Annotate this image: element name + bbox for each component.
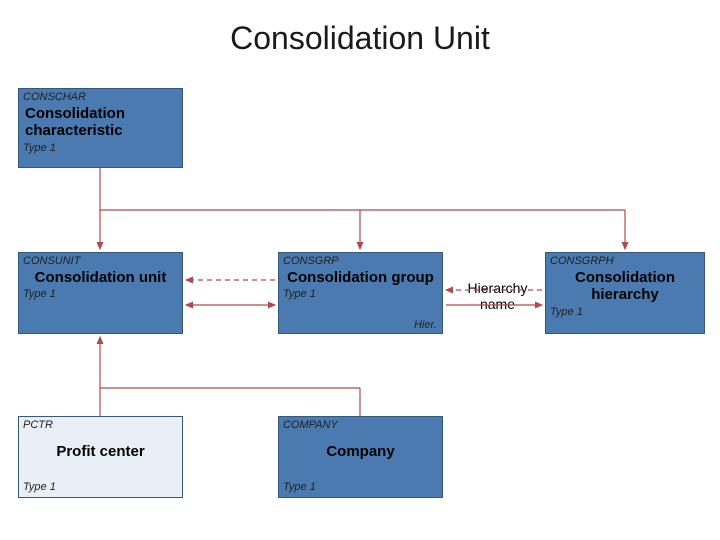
node-consgrph-type: Type 1 <box>546 306 704 320</box>
node-consgrp-type: Type 1 <box>279 288 442 302</box>
node-pctr-code: PCTR <box>19 417 182 431</box>
node-consgrp-label: Consolidation group <box>279 267 442 288</box>
node-pctr-type: Type 1 <box>19 481 60 495</box>
node-pctr: PCTR Profit center Type 1 <box>18 416 183 498</box>
node-consunit-type: Type 1 <box>19 288 182 302</box>
annotation-hier: Hier. <box>414 319 437 331</box>
node-conschar-code: CONSCHAR <box>19 89 182 103</box>
node-consgrph-label: Consolidation hierarchy <box>546 267 704 306</box>
node-consunit: CONSUNIT Consolidation unit Type 1 <box>18 252 183 334</box>
node-consunit-code: CONSUNIT <box>19 253 182 267</box>
node-consgrph: CONSGRPH Consolidation hierarchy Type 1 <box>545 252 705 334</box>
annotation-hierarchy-name: Hierarchy name <box>455 280 540 312</box>
node-conschar: CONSCHAR Consolidation characteristic Ty… <box>18 88 183 168</box>
node-company-type: Type 1 <box>279 481 320 495</box>
node-conschar-label: Consolidation characteristic <box>19 103 182 142</box>
node-pctr-label: Profit center <box>19 431 182 462</box>
node-company-code: COMPANY <box>279 417 442 431</box>
page-title: Consolidation Unit <box>0 20 720 57</box>
node-consgrph-code: CONSGRPH <box>546 253 704 267</box>
node-consunit-label: Consolidation unit <box>19 267 182 288</box>
node-company-label: Company <box>279 431 442 462</box>
node-conschar-type: Type 1 <box>19 142 182 156</box>
node-company: COMPANY Company Type 1 <box>278 416 443 498</box>
node-consgrp-code: CONSGRP <box>279 253 442 267</box>
